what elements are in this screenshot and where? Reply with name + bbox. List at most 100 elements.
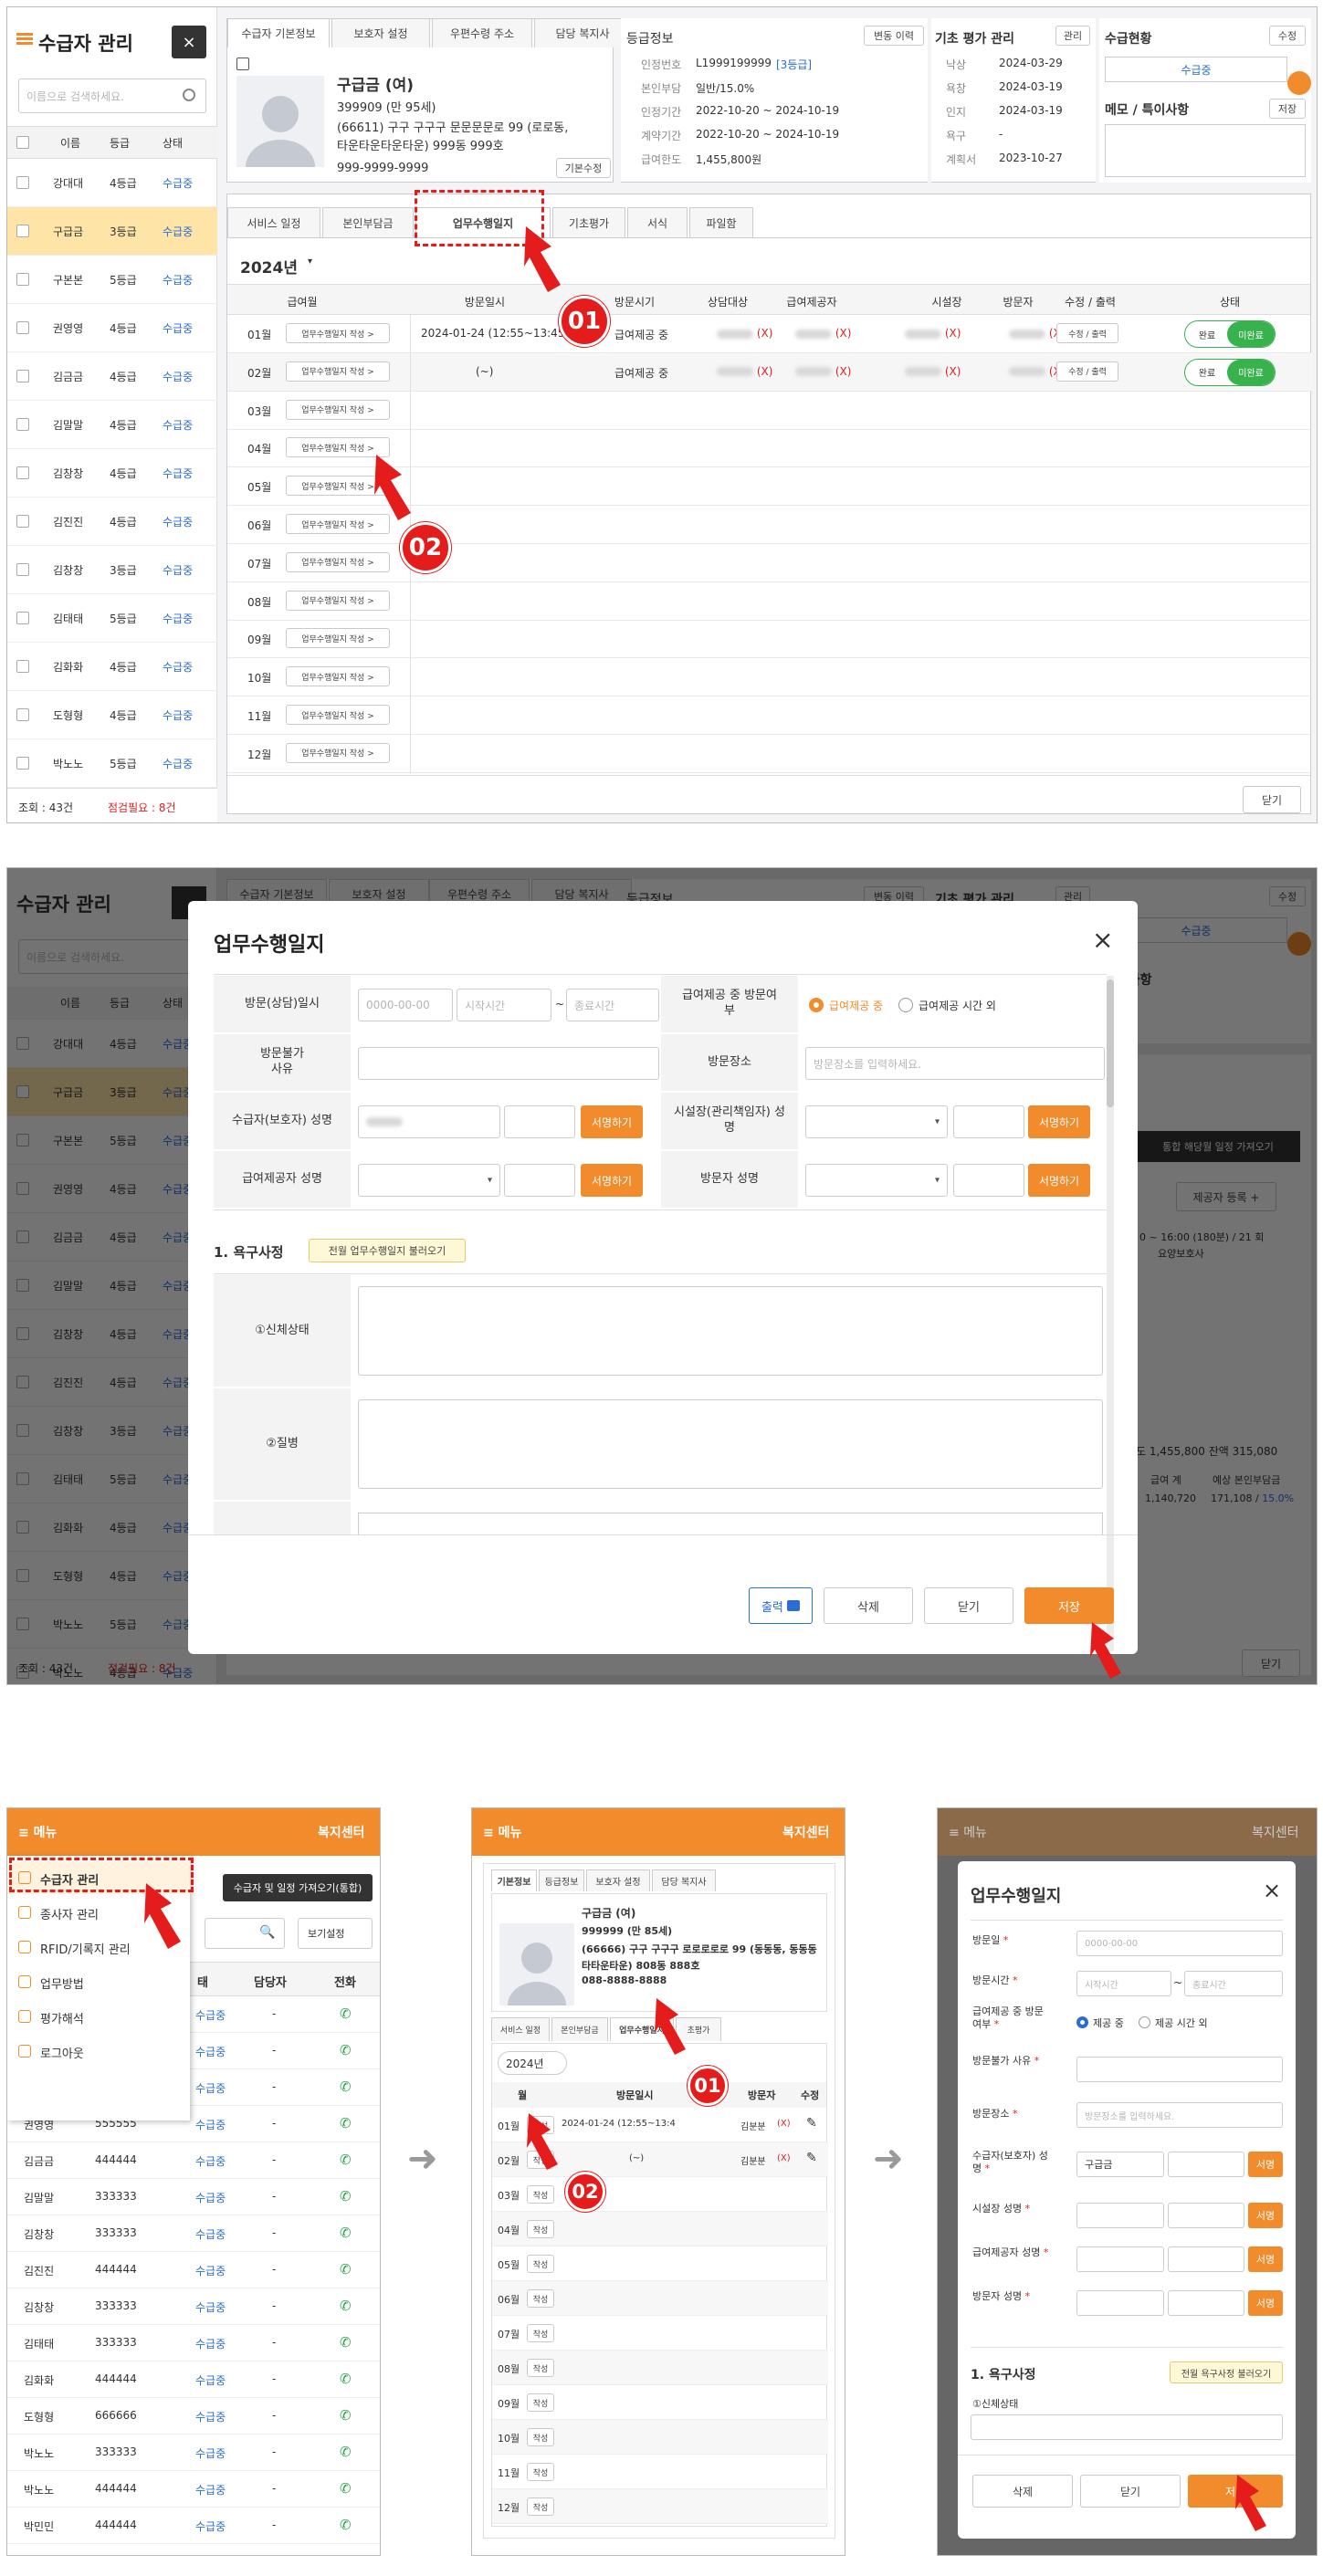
sidebar-row[interactable]: 도형형 4등급 수급중 xyxy=(7,691,217,739)
radio-outside[interactable] xyxy=(898,998,913,1012)
tab-0[interactable]: 수급자 기본정보 xyxy=(227,18,330,47)
director-select[interactable] xyxy=(1076,2203,1164,2228)
print-button[interactable]: 출력 xyxy=(749,1587,813,1624)
write-journal-button[interactable]: 업무수행일지 작성 > xyxy=(286,628,390,649)
row-checkbox[interactable] xyxy=(16,418,29,431)
end-time-input[interactable]: 종료시간 xyxy=(566,989,659,1021)
col-grade[interactable]: 등급 xyxy=(110,135,130,151)
guardian-sign-button[interactable]: 서명 xyxy=(1248,2152,1283,2177)
provider-sign-field[interactable] xyxy=(1168,2246,1244,2272)
row-checkbox[interactable] xyxy=(16,225,29,237)
novisit-input[interactable] xyxy=(358,1047,659,1080)
visit-day-input[interactable]: 0000-00-00 xyxy=(1076,1931,1283,1956)
visitor-select[interactable] xyxy=(1076,2290,1164,2316)
tab-1[interactable]: 보호자 설정 xyxy=(331,18,430,47)
sidebar-row[interactable]: 박노노 5등급 수급중 xyxy=(7,739,217,788)
mobile-row[interactable]: 도형형 666666 수급중 - ✆ xyxy=(7,2398,380,2435)
assess-manage-button[interactable]: 관리 xyxy=(1055,26,1090,46)
row-checkbox[interactable] xyxy=(16,660,29,673)
write-button[interactable]: 작성 xyxy=(527,2497,554,2516)
phone-icon[interactable]: ✆ xyxy=(340,2371,352,2387)
row-checkbox[interactable] xyxy=(16,273,29,286)
completion-toggle[interactable]: 완료 미완료 xyxy=(1184,320,1276,348)
director-sign-field[interactable] xyxy=(1168,2203,1244,2228)
visitor-sign-field[interactable] xyxy=(1168,2290,1244,2316)
m-tab-3[interactable]: 담당 복지사 xyxy=(652,1869,716,1891)
search-icon[interactable] xyxy=(183,89,195,101)
radio-during[interactable] xyxy=(1076,2016,1088,2028)
menu-item-5[interactable]: 로그아웃 xyxy=(7,2035,190,2068)
place-input[interactable]: 방문장소를 입력하세요. xyxy=(1076,2102,1283,2128)
delete-button[interactable]: 삭제 xyxy=(972,2475,1073,2508)
save-button[interactable]: 저장 xyxy=(1024,1587,1114,1624)
sidebar-row[interactable]: 김화화 4등급 수급중 xyxy=(7,643,217,691)
visitor-sign-button[interactable]: 서명 xyxy=(1248,2290,1283,2316)
write-button[interactable]: 작성 xyxy=(527,2463,554,2481)
grade-level-link[interactable]: [3등급] xyxy=(776,57,812,72)
radio-during-label[interactable]: 급여제공 중 xyxy=(829,998,883,1013)
mobile-row[interactable]: 김태태 333333 수급중 - ✆ xyxy=(7,2325,380,2361)
menu-item-3[interactable]: 업무방법 xyxy=(7,1965,190,1998)
subtab-1[interactable]: 본인부담금 xyxy=(322,207,414,238)
select-all-checkbox[interactable] xyxy=(16,136,29,149)
start-time-input[interactable]: 시작시간 xyxy=(457,989,551,1021)
visitor-sign-button[interactable]: 서명하기 xyxy=(1028,1164,1090,1197)
m-tab-1[interactable]: 등급정보 xyxy=(539,1869,584,1891)
write-button[interactable]: 작성 xyxy=(527,2185,554,2204)
start-time-input[interactable]: 시작시간 xyxy=(1076,1971,1171,1996)
mobile-row[interactable]: 박노노 333333 수급중 - ✆ xyxy=(7,2435,380,2471)
end-time-input[interactable]: 종료시간 xyxy=(1184,1971,1283,1996)
phone-icon[interactable]: ✆ xyxy=(340,2005,352,2022)
tab-3[interactable]: 담당 복지사 xyxy=(534,18,631,47)
close-sidebar-button[interactable]: × xyxy=(172,26,206,58)
phone-icon[interactable]: ✆ xyxy=(340,2115,352,2131)
menu-item-4[interactable]: 평가해석 xyxy=(7,2000,190,2033)
row-checkbox[interactable] xyxy=(16,757,29,770)
year-chevron-down-icon[interactable]: ▾ xyxy=(308,257,312,267)
completion-toggle[interactable]: 완료 미완료 xyxy=(1184,358,1276,386)
phone-icon[interactable]: ✆ xyxy=(340,2298,352,2314)
subtab-0[interactable]: 서비스 일정 xyxy=(227,207,320,238)
phone-icon[interactable]: ✆ xyxy=(340,2334,352,2351)
write-journal-button[interactable]: 업무수행일지 작성 > xyxy=(286,551,390,572)
mobile-row[interactable]: 김금금 444444 수급중 - ✆ xyxy=(7,2142,380,2179)
menu-icon[interactable]: ≡ 메뉴 xyxy=(483,1823,521,1841)
write-journal-button[interactable]: 업무수행일지 작성 > xyxy=(286,742,390,763)
modal-scrollbar[interactable] xyxy=(1107,976,1114,1651)
search-icon[interactable]: 🔍 xyxy=(259,1925,275,1940)
mobile-row[interactable]: 김창창 333333 수급중 - ✆ xyxy=(7,2215,380,2252)
phone-icon[interactable]: ✆ xyxy=(340,2407,352,2424)
tab-2[interactable]: 우편수령 주소 xyxy=(432,18,532,47)
phone-icon[interactable]: ✆ xyxy=(340,2225,352,2241)
write-button[interactable]: 작성 xyxy=(527,2324,554,2342)
row-checkbox[interactable] xyxy=(16,321,29,334)
mobile-row[interactable]: 박노노 444444 수급중 - ✆ xyxy=(7,2471,380,2508)
menu-icon[interactable]: ≡ 메뉴 xyxy=(18,1823,57,1841)
provider-select[interactable] xyxy=(1076,2246,1164,2272)
provider-sign-button[interactable]: 서명하기 xyxy=(581,1164,643,1197)
provider-sign-button[interactable]: 서명 xyxy=(1248,2246,1283,2272)
pencil-icon[interactable]: ✎ xyxy=(806,2151,817,2165)
guardian-name-input[interactable] xyxy=(358,1105,500,1138)
sidebar-row[interactable]: 구본본 5등급 수급중 xyxy=(7,256,217,304)
mobile-row[interactable]: 김창창 333333 수급중 - ✆ xyxy=(7,2288,380,2325)
write-button[interactable]: 작성 xyxy=(527,2393,554,2412)
mobile-row[interactable]: 박영영 222222 수급중 - ✆ xyxy=(7,2544,380,2555)
sidebar-row[interactable]: 구급금 3등급 수급중 xyxy=(7,207,217,256)
load-previous-button[interactable]: 전월 욕구사정 불러오기 xyxy=(1170,2361,1283,2383)
phone-icon[interactable]: ✆ xyxy=(340,2553,352,2555)
close-icon[interactable]: × xyxy=(1263,1878,1281,1903)
next-textarea[interactable] xyxy=(358,1513,1103,1534)
sidebar-row[interactable]: 김창창 4등급 수급중 xyxy=(7,449,217,497)
delete-button[interactable]: 삭제 xyxy=(824,1587,913,1624)
edit-icon[interactable] xyxy=(236,58,249,70)
col-name[interactable]: 이름 xyxy=(60,135,80,151)
visitor-sign-field[interactable] xyxy=(953,1164,1024,1197)
write-button[interactable]: 작성 xyxy=(527,2289,554,2308)
director-select[interactable] xyxy=(805,1105,948,1138)
col-status[interactable]: 상태 xyxy=(163,135,183,151)
sidebar-row[interactable]: 김금금 4등급 수급중 xyxy=(7,352,217,401)
m-subtab-0[interactable]: 서비스 일정 xyxy=(491,2017,550,2041)
sidebar-row[interactable]: 김말말 4등급 수급중 xyxy=(7,401,217,449)
m-subtab-1[interactable]: 본인부담금 xyxy=(551,2017,608,2041)
